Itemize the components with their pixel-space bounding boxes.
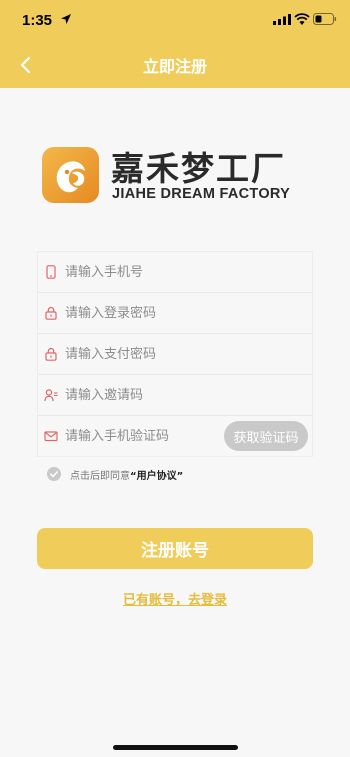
- status-time: 1:35: [22, 12, 53, 29]
- page-title: 立即注册: [142, 57, 207, 76]
- battery-icon: [313, 13, 337, 25]
- mail-icon: [44, 431, 58, 442]
- user-agreement-link[interactable]: “用户协议”: [130, 467, 183, 482]
- status-bar: 1:35: [0, 0, 350, 40]
- sms-code-input[interactable]: [65, 424, 245, 448]
- login-password-field: [38, 293, 312, 334]
- brand-name-cn: 嘉禾梦工厂: [111, 149, 286, 188]
- phone-icon: [46, 265, 56, 279]
- agreement-row: 点击后即同意 “用户协议”: [47, 466, 183, 482]
- login-password-input[interactable]: [65, 301, 245, 325]
- register-form: 获取验证码: [37, 251, 313, 457]
- wifi-icon: [294, 13, 310, 25]
- brand-logo: [42, 147, 99, 203]
- app-header: 1:35 立即注册: [0, 0, 350, 88]
- brand-name-en: JIAHE DREAM FACTORY: [112, 186, 291, 202]
- sms-code-field: 获取验证码: [38, 416, 312, 457]
- pay-password-input[interactable]: [65, 342, 245, 366]
- pay-password-field: [38, 334, 312, 375]
- home-indicator: [113, 745, 238, 750]
- invite-code-input[interactable]: [65, 383, 245, 407]
- location-arrow-icon: [61, 14, 71, 24]
- user-invite-icon: [44, 389, 58, 402]
- signal-icon: [273, 14, 291, 25]
- lock-icon: [45, 347, 57, 361]
- phone-field: [38, 252, 312, 293]
- phone-input[interactable]: [65, 260, 245, 284]
- agreement-text: 点击后即同意: [70, 470, 130, 482]
- lock-icon: [45, 306, 57, 320]
- go-login-link[interactable]: 已有账号，去登录: [0, 589, 350, 608]
- invite-code-field: [38, 375, 312, 416]
- check-circle-icon[interactable]: [47, 467, 61, 481]
- register-button[interactable]: 注册账号: [37, 528, 313, 569]
- get-code-button[interactable]: 获取验证码: [224, 421, 308, 451]
